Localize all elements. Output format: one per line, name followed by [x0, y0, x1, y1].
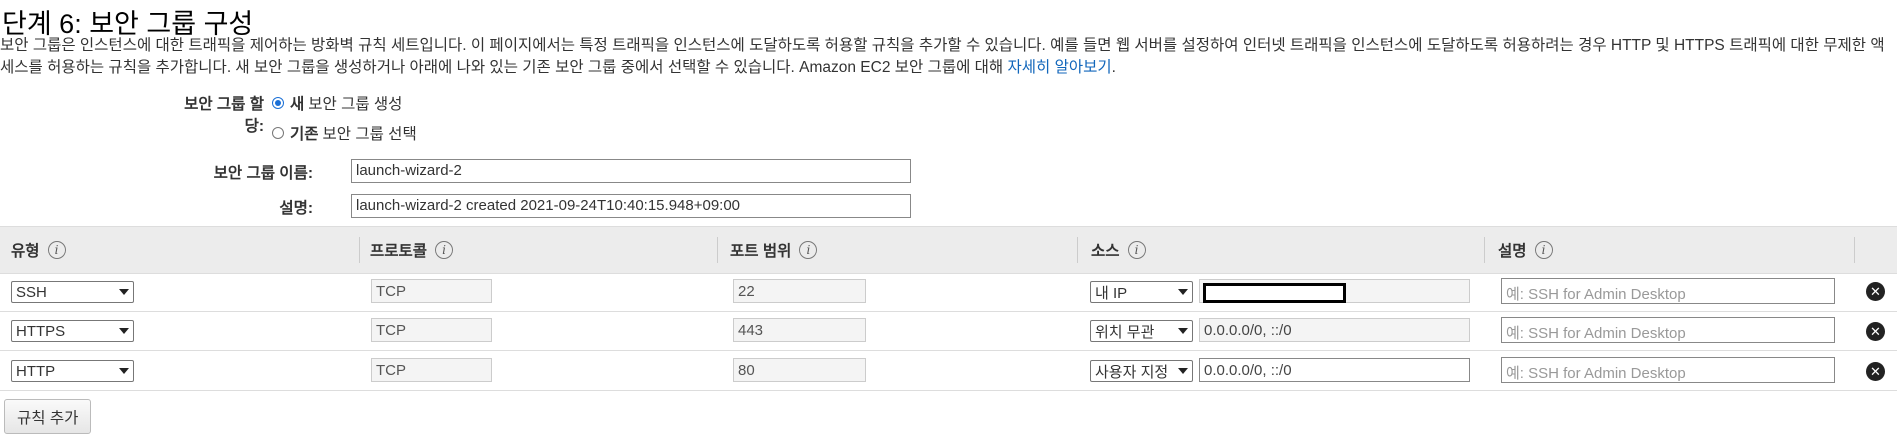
- security-group-name-input[interactable]: launch-wizard-2: [351, 159, 911, 183]
- rule-description-input[interactable]: 예: SSH for Admin Desktop: [1501, 278, 1835, 304]
- column-separator: [1854, 237, 1855, 263]
- description-end: .: [1111, 59, 1116, 76]
- description-text: 보안 그룹은 인스턴스에 대한 트래픽을 제어하는 방화벽 규칙 세트입니다. …: [0, 37, 1885, 76]
- header-protocol-label: 프로토콜: [370, 243, 428, 260]
- info-icon[interactable]: i: [435, 241, 454, 259]
- port-range-field: 22: [733, 279, 866, 303]
- table-row: HTTPS TCP 443 위치 무관 0.0.0.0/0, ::/0 예: S…: [0, 311, 1897, 351]
- security-group-description-input[interactable]: launch-wizard-2 created 2021-09-24T10:40…: [351, 194, 911, 218]
- radio-existing-bold: 기존: [290, 126, 319, 143]
- table-row: HTTP TCP 80 사용자 지정 0.0.0.0/0, ::/0 예: SS…: [0, 351, 1897, 391]
- header-port-range-label: 포트 범위: [730, 243, 792, 260]
- protocol-field: TCP: [371, 318, 492, 342]
- rule-description-input[interactable]: 예: SSH for Admin Desktop: [1501, 317, 1835, 343]
- chevron-down-icon: [119, 368, 129, 374]
- add-rule-button[interactable]: 규칙 추가: [4, 399, 92, 434]
- radio-existing-security-group[interactable]: 기존 보안 그룹 선택: [272, 122, 417, 144]
- info-icon[interactable]: i: [1534, 241, 1553, 259]
- page-description: 보안 그룹은 인스턴스에 대한 트래픽을 제어하는 방화벽 규칙 세트입니다. …: [0, 35, 1897, 79]
- chevron-down-icon: [119, 328, 129, 334]
- radio-new-security-group[interactable]: 새 보안 그룹 생성: [272, 92, 402, 114]
- type-select-value: SSH: [16, 283, 47, 301]
- protocol-field: TCP: [371, 279, 492, 303]
- chevron-down-icon: [1178, 368, 1188, 374]
- source-select-value: 사용자 지정: [1095, 363, 1169, 381]
- source-select-value: 위치 무관: [1095, 323, 1155, 341]
- type-select[interactable]: SSH: [11, 281, 134, 303]
- column-separator: [359, 237, 360, 263]
- radio-new-indicator[interactable]: [272, 97, 284, 109]
- source-cidr-input: 0.0.0.0/0, ::/0: [1199, 318, 1470, 342]
- source-select[interactable]: 사용자 지정: [1090, 360, 1193, 382]
- port-range-field: 80: [733, 358, 866, 382]
- column-separator: [1077, 237, 1078, 263]
- info-icon[interactable]: i: [1127, 241, 1146, 259]
- chevron-down-icon: [1178, 328, 1188, 334]
- source-select[interactable]: 위치 무관: [1090, 320, 1193, 342]
- type-select[interactable]: HTTP: [11, 360, 134, 382]
- port-range-field: 443: [733, 318, 866, 342]
- radio-existing-indicator[interactable]: [272, 127, 284, 139]
- remove-rule-icon[interactable]: ✕: [1866, 362, 1885, 381]
- protocol-field: TCP: [371, 358, 492, 382]
- type-select-value: HTTP: [16, 362, 56, 380]
- source-cidr-input[interactable]: 0.0.0.0/0, ::/0: [1199, 358, 1470, 382]
- assign-label: 보안 그룹 할당:: [184, 96, 264, 135]
- header-port-range: 포트 범위 i: [730, 239, 818, 261]
- redacted-ip-box: [1203, 283, 1346, 303]
- chevron-down-icon: [119, 289, 129, 295]
- radio-new-label: 보안 그룹 생성: [308, 96, 403, 113]
- column-separator: [1484, 237, 1485, 263]
- header-protocol: 프로토콜 i: [370, 239, 454, 261]
- source-select[interactable]: 내 IP: [1090, 281, 1193, 303]
- column-separator: [717, 237, 718, 263]
- header-source: 소스 i: [1091, 239, 1146, 261]
- security-group-name-label: 보안 그룹 이름:: [213, 165, 313, 182]
- header-source-label: 소스: [1091, 243, 1120, 260]
- rules-table-header: 유형 i 프로토콜 i 포트 범위 i 소스 i 설명 i: [0, 226, 1897, 274]
- remove-rule-icon[interactable]: ✕: [1866, 282, 1885, 301]
- header-description: 설명 i: [1498, 239, 1553, 261]
- header-type-label: 유형: [11, 243, 40, 260]
- info-icon[interactable]: i: [47, 241, 66, 259]
- info-icon[interactable]: i: [799, 241, 818, 259]
- chevron-down-icon: [1178, 289, 1188, 295]
- radio-existing-label: 보안 그룹 선택: [322, 126, 417, 143]
- source-cidr-input: [1199, 279, 1470, 303]
- radio-new-bold: 새: [290, 96, 305, 113]
- rule-description-input[interactable]: 예: SSH for Admin Desktop: [1501, 357, 1835, 383]
- type-select-value: HTTPS: [16, 322, 66, 340]
- header-description-label: 설명: [1498, 243, 1527, 260]
- source-select-value: 내 IP: [1095, 284, 1128, 302]
- type-select[interactable]: HTTPS: [11, 320, 134, 342]
- security-group-description-label: 설명:: [279, 200, 313, 217]
- remove-rule-icon[interactable]: ✕: [1866, 322, 1885, 341]
- header-type: 유형 i: [11, 239, 66, 261]
- learn-more-link[interactable]: 자세히 알아보기: [1008, 59, 1112, 76]
- table-row: SSH TCP 22 내 IP 예: SSH for Admin Desktop…: [0, 272, 1897, 312]
